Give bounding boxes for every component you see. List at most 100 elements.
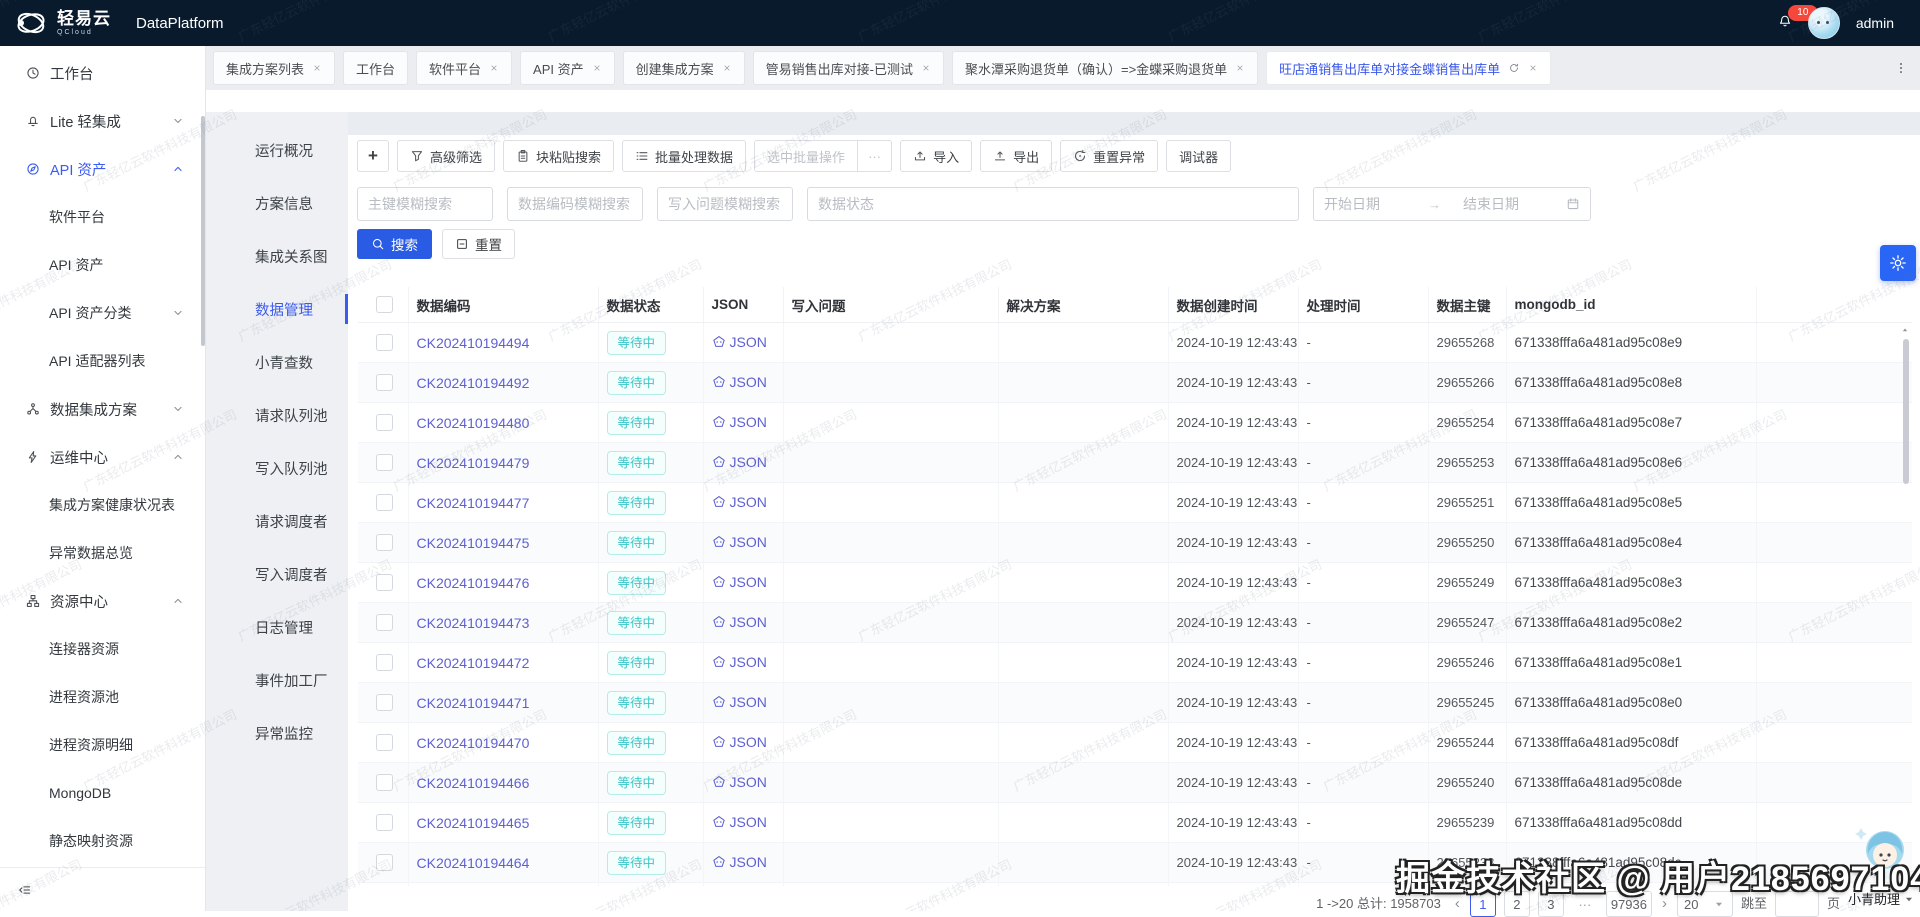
data-code-link[interactable]: CK202410194472 <box>417 655 530 671</box>
batch-selected-button[interactable]: 选中批量操作 <box>754 140 858 172</box>
data-code-link[interactable]: CK202410194477 <box>417 495 530 511</box>
sidebar-item[interactable]: 集成方案健康状况表 <box>0 481 205 529</box>
sub-sidebar-item[interactable]: 异常监控 <box>205 707 348 760</box>
reset-error-button[interactable]: 重置异常 <box>1060 140 1158 172</box>
sidebar-item[interactable]: 异常数据总览 <box>0 529 205 577</box>
collapse-sidebar-icon[interactable] <box>18 883 32 897</box>
data-code-link[interactable]: CK202410194479 <box>417 455 530 471</box>
refresh-icon[interactable] <box>1508 62 1520 74</box>
paste-search-button[interactable]: 块粘贴搜索 <box>503 140 614 172</box>
data-code-link[interactable]: CK202410194464 <box>417 855 530 871</box>
sidebar-item[interactable]: 运维中心 <box>0 433 205 481</box>
close-icon[interactable] <box>592 63 602 73</box>
row-checkbox[interactable] <box>376 814 393 831</box>
close-icon[interactable] <box>921 63 931 73</box>
pk-search-input[interactable] <box>357 187 493 221</box>
json-link[interactable]: JSON <box>712 854 767 870</box>
close-icon[interactable] <box>1235 63 1245 73</box>
export-button[interactable]: 导出 <box>980 140 1052 172</box>
sidebar-item[interactable]: 静态映射资源 <box>0 817 205 865</box>
sidebar-item[interactable]: MongoDB <box>0 769 205 817</box>
sidebar-item[interactable]: 连接器资源 <box>0 625 205 673</box>
sub-sidebar-item[interactable]: 运行概况 <box>205 124 348 177</box>
json-link[interactable]: JSON <box>712 654 767 670</box>
json-link[interactable]: JSON <box>712 534 767 550</box>
row-checkbox[interactable] <box>376 534 393 551</box>
row-checkbox[interactable] <box>376 694 393 711</box>
json-link[interactable]: JSON <box>712 734 767 750</box>
user-avatar[interactable] <box>1808 7 1840 39</box>
tab[interactable]: 管易销售出库对接-已测试 <box>753 51 944 85</box>
tab[interactable]: 工作台 <box>343 51 408 85</box>
tab[interactable]: API 资产 <box>520 51 615 85</box>
issue-search-input[interactable] <box>657 187 793 221</box>
username[interactable]: admin <box>1856 15 1894 31</box>
data-code-link[interactable]: CK202410194470 <box>417 735 530 751</box>
json-link[interactable]: JSON <box>712 614 767 630</box>
json-link[interactable]: JSON <box>712 814 767 830</box>
row-checkbox[interactable] <box>376 454 393 471</box>
sidebar-item[interactable]: 数据集成方案 <box>0 385 205 433</box>
sidebar-item[interactable]: API 资产分类 <box>0 289 205 337</box>
batch-process-button[interactable]: 批量处理数据 <box>622 140 746 172</box>
row-checkbox[interactable] <box>376 734 393 751</box>
date-range-picker[interactable]: 开始日期 → 结束日期 <box>1313 187 1591 221</box>
sidebar-item[interactable]: API 适配器列表 <box>0 337 205 385</box>
sub-sidebar-item[interactable]: 请求队列池 <box>205 389 348 442</box>
json-link[interactable]: JSON <box>712 494 767 510</box>
json-link[interactable]: JSON <box>712 374 767 390</box>
data-code-link[interactable]: CK202410194473 <box>417 615 530 631</box>
sub-sidebar-item[interactable]: 写入队列池 <box>205 442 348 495</box>
search-button[interactable]: 搜索 <box>357 229 432 259</box>
data-code-link[interactable]: CK202410194471 <box>417 695 530 711</box>
sidebar-item[interactable]: 软件平台 <box>0 193 205 241</box>
row-checkbox[interactable] <box>376 654 393 671</box>
debugger-button[interactable]: 调试器 <box>1166 140 1231 172</box>
row-checkbox[interactable] <box>376 614 393 631</box>
sub-sidebar-item[interactable]: 写入调度者 <box>205 548 348 601</box>
row-checkbox[interactable] <box>376 854 393 871</box>
sub-sidebar-item[interactable]: 请求调度者 <box>205 495 348 548</box>
sub-sidebar-item[interactable]: 集成关系图 <box>205 230 348 283</box>
close-icon[interactable] <box>312 63 322 73</box>
close-icon[interactable] <box>722 63 732 73</box>
json-link[interactable]: JSON <box>712 574 767 590</box>
sidebar-item[interactable]: API 资产 <box>0 241 205 289</box>
sub-sidebar-item[interactable]: 小青查数 <box>205 336 348 389</box>
sidebar-item[interactable]: Lite 轻集成 <box>0 97 205 145</box>
settings-fab[interactable] <box>1880 245 1916 281</box>
tab[interactable]: 集成方案列表 <box>213 51 335 85</box>
data-code-link[interactable]: CK202410194466 <box>417 775 530 791</box>
notifications-button[interactable]: 10 <box>1778 14 1792 33</box>
sidebar-item[interactable]: 资源中心 <box>0 577 205 625</box>
sub-sidebar-item[interactable]: 事件加工厂 <box>205 654 348 707</box>
json-link[interactable]: JSON <box>712 694 767 710</box>
tab[interactable]: 聚水潭采购退货单（确认）=>金蝶采购退货单 <box>952 51 1258 85</box>
json-link[interactable]: JSON <box>712 334 767 350</box>
data-code-link[interactable]: CK202410194475 <box>417 535 530 551</box>
row-checkbox[interactable] <box>376 414 393 431</box>
row-checkbox[interactable] <box>376 494 393 511</box>
row-checkbox[interactable] <box>376 574 393 591</box>
sidebar-item[interactable]: 进程资源池 <box>0 673 205 721</box>
close-icon[interactable] <box>1528 63 1538 73</box>
import-button[interactable]: 导入 <box>900 140 972 172</box>
json-link[interactable]: JSON <box>712 454 767 470</box>
data-code-link[interactable]: CK202410194494 <box>417 335 530 351</box>
tab[interactable]: 创建集成方案 <box>623 51 745 85</box>
data-code-link[interactable]: CK202410194476 <box>417 575 530 591</box>
tab[interactable]: 软件平台 <box>416 51 512 85</box>
tab[interactable]: 旺店通销售出库单对接金蝶销售出库单 <box>1266 51 1551 85</box>
sidebar-item[interactable]: 进程资源明细 <box>0 721 205 769</box>
sub-sidebar-item[interactable]: 日志管理 <box>205 601 348 654</box>
add-record-button[interactable]: + <box>357 140 389 172</box>
sidebar-item[interactable]: 工作台 <box>0 49 205 97</box>
tab-overflow-menu-icon[interactable] <box>1894 61 1908 75</box>
code-search-input[interactable] <box>507 187 643 221</box>
data-code-link[interactable]: CK202410194492 <box>417 375 530 391</box>
row-checkbox[interactable] <box>376 374 393 391</box>
close-icon[interactable] <box>489 63 499 73</box>
sub-sidebar-item[interactable]: 数据管理 <box>205 283 348 336</box>
reset-button[interactable]: 重置 <box>442 229 515 259</box>
row-checkbox[interactable] <box>376 334 393 351</box>
